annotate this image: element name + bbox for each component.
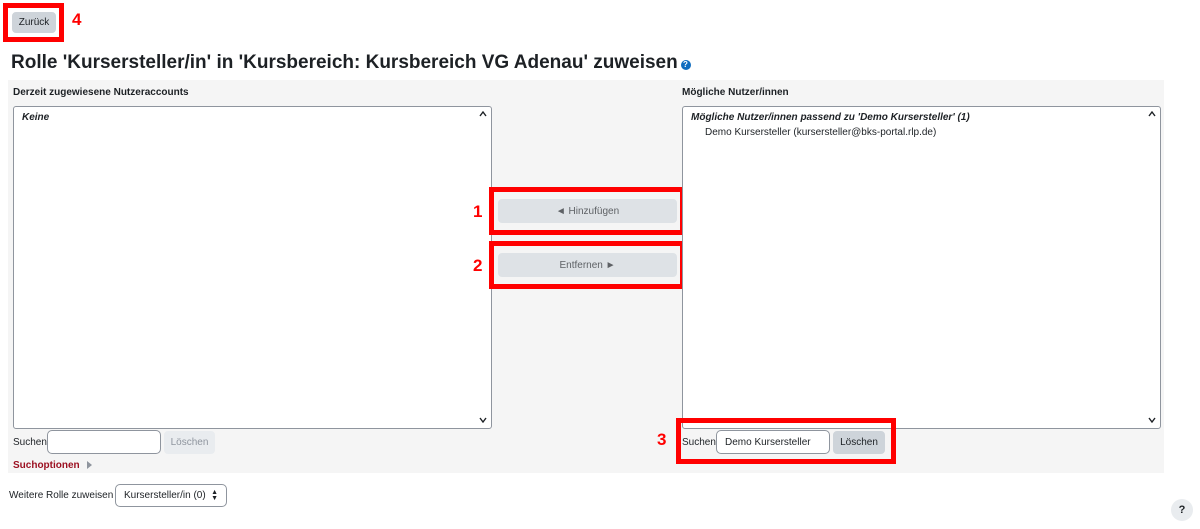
add-button[interactable]: ◄ Hinzufügen bbox=[498, 199, 677, 223]
page-title: Rolle 'Kursersteller/in' in 'Kursbereich… bbox=[11, 52, 678, 73]
question-circle-icon[interactable]: ? bbox=[680, 60, 691, 71]
potential-users-listbox[interactable]: Mögliche Nutzer/innen passend zu 'Demo K… bbox=[682, 106, 1161, 429]
sort-arrows-icon: ▲ ▼ bbox=[211, 488, 218, 502]
assigned-search-label: Suchen bbox=[13, 437, 47, 448]
scroll-up-icon[interactable] bbox=[1147, 109, 1157, 119]
potential-search-label: Suchen bbox=[682, 437, 716, 448]
assigned-users-header: Derzeit zugewiesene Nutzeraccounts bbox=[13, 87, 189, 98]
scroll-up-icon[interactable] bbox=[478, 109, 488, 119]
other-role-select[interactable]: Kursersteller/in (0) ▲ ▼ bbox=[115, 484, 227, 507]
scroll-down-icon[interactable] bbox=[478, 415, 488, 425]
assigned-users-listbox[interactable]: Keine bbox=[13, 106, 492, 429]
callout-number-4: 4 bbox=[72, 10, 82, 29]
callout-number-1: 1 bbox=[473, 202, 483, 221]
other-role-label: Weitere Rolle zuweisen bbox=[9, 490, 114, 501]
potential-search-input[interactable] bbox=[716, 430, 830, 454]
potential-group-label: Mögliche Nutzer/innen passend zu 'Demo K… bbox=[691, 112, 970, 123]
assigned-clear-button[interactable]: Löschen bbox=[164, 431, 215, 454]
other-role-value: Kursersteller/in (0) bbox=[124, 490, 206, 501]
caret-right-icon bbox=[87, 461, 93, 470]
scroll-down-icon[interactable] bbox=[1147, 415, 1157, 425]
callout-number-3: 3 bbox=[657, 430, 667, 449]
potential-clear-button[interactable]: Löschen bbox=[833, 431, 885, 454]
back-button[interactable]: Zurück bbox=[12, 12, 56, 33]
potential-users-header: Mögliche Nutzer/innen bbox=[682, 87, 789, 98]
help-button-icon[interactable]: ? bbox=[1171, 499, 1193, 521]
page-title-row: Rolle 'Kursersteller/in' in 'Kursbereich… bbox=[11, 52, 691, 74]
assigned-empty-item: Keine bbox=[22, 112, 50, 123]
assigned-search-input[interactable] bbox=[47, 430, 161, 454]
callout-number-2: 2 bbox=[473, 256, 483, 275]
list-item[interactable]: Demo Kursersteller (kursersteller@bks-po… bbox=[705, 127, 936, 138]
remove-button[interactable]: Entfernen ► bbox=[498, 253, 677, 277]
search-options-label: Suchoptionen bbox=[13, 460, 80, 471]
search-options-toggle[interactable]: Suchoptionen bbox=[13, 460, 93, 471]
